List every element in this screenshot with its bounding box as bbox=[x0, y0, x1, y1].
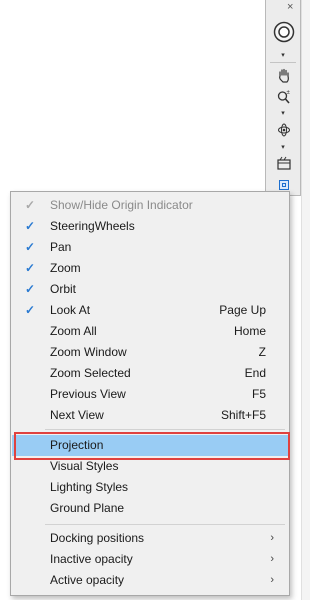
svg-text:±: ± bbox=[287, 90, 291, 96]
checkmark-icon: ✓ bbox=[24, 240, 36, 254]
zoom-dropdown-icon[interactable]: ▾ bbox=[266, 110, 300, 118]
menu-item-shortcut: Home bbox=[233, 324, 266, 338]
annotation-highlight-box bbox=[14, 432, 290, 460]
menu-item-label: Previous View bbox=[50, 387, 126, 401]
menu-item-look-at[interactable]: ✓ Look At Page Up bbox=[12, 300, 288, 321]
menu-item-inactive-opacity[interactable]: Inactive opacity › bbox=[12, 549, 288, 570]
menu-item-next-view[interactable]: Next View Shift+F5 bbox=[12, 405, 288, 426]
zoom-icon[interactable]: ± bbox=[272, 88, 296, 106]
menu-item-shortcut: F5 bbox=[251, 387, 266, 401]
menu-item-ground-plane[interactable]: Ground Plane bbox=[12, 498, 288, 519]
menu-separator bbox=[45, 524, 285, 525]
checkmark-icon: ✓ bbox=[24, 282, 36, 296]
steeringwheel-icon[interactable] bbox=[272, 20, 296, 44]
checkmark-icon: ✓ bbox=[24, 303, 36, 317]
menu-item-lighting-styles[interactable]: Lighting Styles bbox=[12, 477, 288, 498]
menu-item-label: Zoom Selected bbox=[50, 366, 131, 380]
menu-item-label: Ground Plane bbox=[50, 501, 125, 515]
menu-item-label: Inactive opacity bbox=[50, 552, 133, 566]
menu-item-zoom-selected[interactable]: Zoom Selected End bbox=[12, 363, 288, 384]
menu-item-label: Orbit bbox=[50, 282, 77, 296]
submenu-arrow-icon: › bbox=[270, 574, 274, 586]
checkmark-icon: ✓ bbox=[24, 219, 36, 233]
menu-item-zoom-window[interactable]: Zoom Window Z bbox=[12, 342, 288, 363]
menu-item-docking-positions[interactable]: Docking positions › bbox=[12, 528, 288, 549]
menu-item-active-opacity[interactable]: Active opacity › bbox=[12, 570, 288, 591]
menu-item-pan[interactable]: ✓ Pan bbox=[12, 237, 288, 258]
navbar-context-menu: ✓ Show/Hide Origin Indicator ✓ SteeringWhee… bbox=[10, 191, 290, 596]
menu-item-orbit[interactable]: ✓ Orbit bbox=[12, 279, 288, 300]
customize-menu-icon[interactable] bbox=[279, 180, 289, 190]
menu-item-label: Look At bbox=[50, 303, 91, 317]
steeringwheel-dropdown-icon[interactable]: ▾ bbox=[266, 52, 300, 60]
menu-item-label: Zoom Window bbox=[50, 345, 127, 359]
pan-hand-icon[interactable] bbox=[272, 66, 296, 84]
menu-item-shortcut: End bbox=[244, 366, 266, 380]
navbar-divider bbox=[270, 62, 296, 63]
checkmark-icon: ✓ bbox=[24, 198, 36, 212]
submenu-arrow-icon: › bbox=[270, 553, 274, 565]
menu-item-label: Show/Hide Origin Indicator bbox=[50, 198, 193, 212]
menu-item-label: Pan bbox=[50, 240, 72, 254]
menu-item-zoom-all[interactable]: Zoom All Home bbox=[12, 321, 288, 342]
menu-item-label: SteeringWheels bbox=[50, 219, 135, 233]
menu-item-shortcut: Shift+F5 bbox=[220, 408, 266, 422]
checkmark-icon: ✓ bbox=[24, 261, 36, 275]
menu-item-shortcut: Page Up bbox=[219, 303, 266, 317]
orbit-icon[interactable] bbox=[272, 120, 296, 140]
close-navbar-icon[interactable]: × bbox=[287, 2, 293, 13]
menu-item-show-hide-origin-indicator[interactable]: ✓ Show/Hide Origin Indicator bbox=[12, 195, 288, 216]
menu-separator bbox=[45, 429, 285, 430]
menu-item-label: Zoom bbox=[50, 261, 81, 275]
customize-menu-inner bbox=[282, 183, 286, 187]
menu-item-zoom[interactable]: ✓ Zoom bbox=[12, 258, 288, 279]
menu-item-previous-view[interactable]: Previous View F5 bbox=[12, 384, 288, 405]
orbit-dropdown-icon[interactable]: ▾ bbox=[266, 144, 300, 152]
menu-item-steeringwheels[interactable]: ✓ SteeringWheels bbox=[12, 216, 288, 237]
navigation-bar: × ▾ ± ▾ ▾ bbox=[265, 0, 301, 196]
menu-item-label: Active opacity bbox=[50, 573, 125, 587]
menu-item-label: Next View bbox=[50, 408, 104, 422]
menu-item-label: Zoom All bbox=[50, 324, 97, 338]
menu-item-label: Lighting Styles bbox=[50, 480, 129, 494]
menu-item-label: Docking positions bbox=[50, 531, 145, 545]
submenu-arrow-icon: › bbox=[270, 532, 274, 544]
showmotion-icon[interactable] bbox=[272, 154, 296, 172]
menu-item-shortcut: Z bbox=[258, 345, 266, 359]
window-edge bbox=[301, 0, 310, 600]
